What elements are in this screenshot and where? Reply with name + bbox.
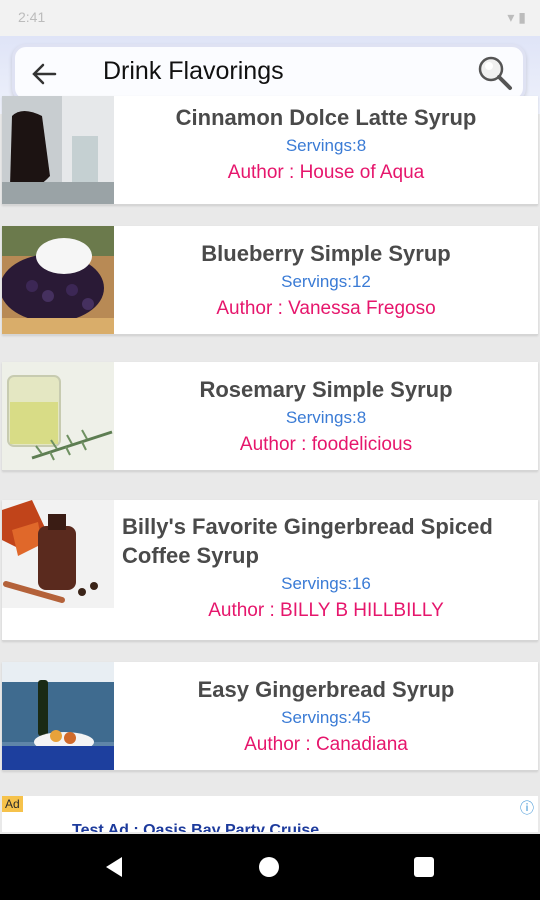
recipe-thumbnail — [2, 362, 114, 470]
status-bar: 2:41 ▾ ▮ — [0, 0, 540, 36]
recipe-servings: Servings:16 — [281, 574, 371, 593]
ad-label: Ad — [2, 796, 23, 812]
recipe-servings: Servings:8 — [285, 136, 367, 155]
recipe-info: Billy's Favorite Gingerbread Spiced Coff… — [114, 500, 538, 640]
recipe-thumbnail — [2, 662, 114, 770]
search-box: Drink Flavorings — [12, 44, 526, 102]
nav-back-icon[interactable] — [104, 856, 124, 878]
recipe-card[interactable]: Rosemary Simple Syrup Servings:8 Author … — [2, 362, 538, 471]
page-title: Drink Flavorings — [103, 57, 284, 85]
recipe-title: Billy's Favorite Gingerbread Spiced Coff… — [122, 514, 493, 568]
recipe-card[interactable]: Easy Gingerbread Syrup Servings:45 Autho… — [2, 662, 538, 771]
recipe-author: Author : Vanessa Fregoso — [216, 298, 436, 319]
recipe-info: Easy Gingerbread Syrup Servings:45 Autho… — [114, 662, 538, 770]
arrow-left-icon[interactable] — [29, 59, 59, 89]
recipe-title: Blueberry Simple Syrup — [201, 241, 451, 266]
ad-text[interactable]: Test Ad : Oasis Bay Party Cruise — [72, 822, 319, 832]
recipe-info: Rosemary Simple Syrup Servings:8 Author … — [114, 362, 538, 470]
nav-recents-icon[interactable] — [414, 857, 434, 877]
status-time: 2:41 — [18, 9, 46, 25]
recipe-card[interactable]: Billy's Favorite Gingerbread Spiced Coff… — [2, 500, 538, 641]
recipe-author: Author : foodelicious — [239, 434, 413, 455]
status-icons: ▾ ▮ — [507, 9, 526, 25]
recipe-thumbnail — [2, 226, 114, 334]
recipe-thumbnail — [2, 96, 114, 204]
recipe-card[interactable]: Cinnamon Dolce Latte Syrup Servings:8 Au… — [2, 96, 538, 205]
recipe-author: Author : Canadiana — [244, 734, 408, 755]
nav-home-icon[interactable] — [259, 857, 279, 877]
recipe-card[interactable]: Blueberry Simple Syrup Servings:12 Autho… — [2, 226, 538, 335]
recipe-thumbnail — [2, 500, 114, 608]
recipe-info: Blueberry Simple Syrup Servings:12 Autho… — [114, 226, 538, 334]
magnifier-icon[interactable] — [475, 53, 515, 93]
recipe-servings: Servings:8 — [285, 408, 367, 427]
ad-banner[interactable]: Ad ⓘ Test Ad : Oasis Bay Party Cruise — [2, 796, 538, 832]
recipe-author: Author : House of Aqua — [227, 162, 425, 183]
info-icon[interactable]: ⓘ — [520, 798, 534, 818]
recipe-info: Cinnamon Dolce Latte Syrup Servings:8 Au… — [114, 96, 538, 204]
recipe-servings: Servings:12 — [281, 272, 371, 291]
recipe-servings: Servings:45 — [281, 708, 371, 727]
system-nav-bar — [0, 834, 540, 900]
recipe-title: Rosemary Simple Syrup — [199, 377, 453, 402]
recipe-author: Author : BILLY B HILLBILLY — [208, 600, 444, 621]
recipe-title: Easy Gingerbread Syrup — [197, 677, 455, 702]
recipe-title: Cinnamon Dolce Latte Syrup — [175, 105, 477, 130]
